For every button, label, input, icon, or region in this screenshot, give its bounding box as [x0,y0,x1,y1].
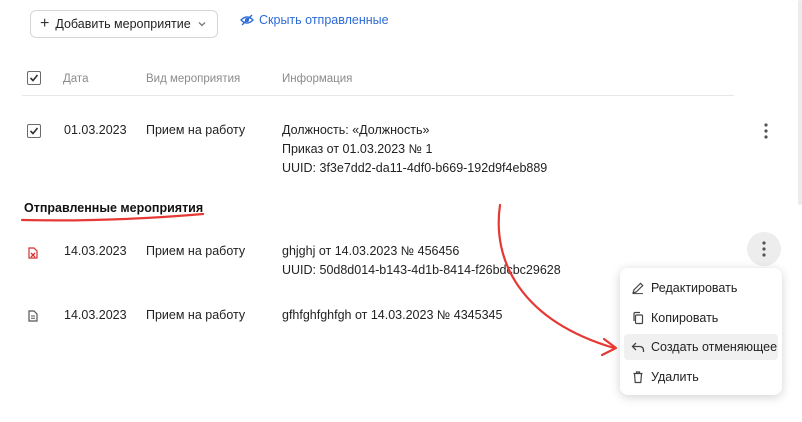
annotation-arrow [497,203,616,350]
annotation-underline [20,212,205,222]
annotation-overlay [20,203,618,357]
scrollbar[interactable] [798,0,802,205]
